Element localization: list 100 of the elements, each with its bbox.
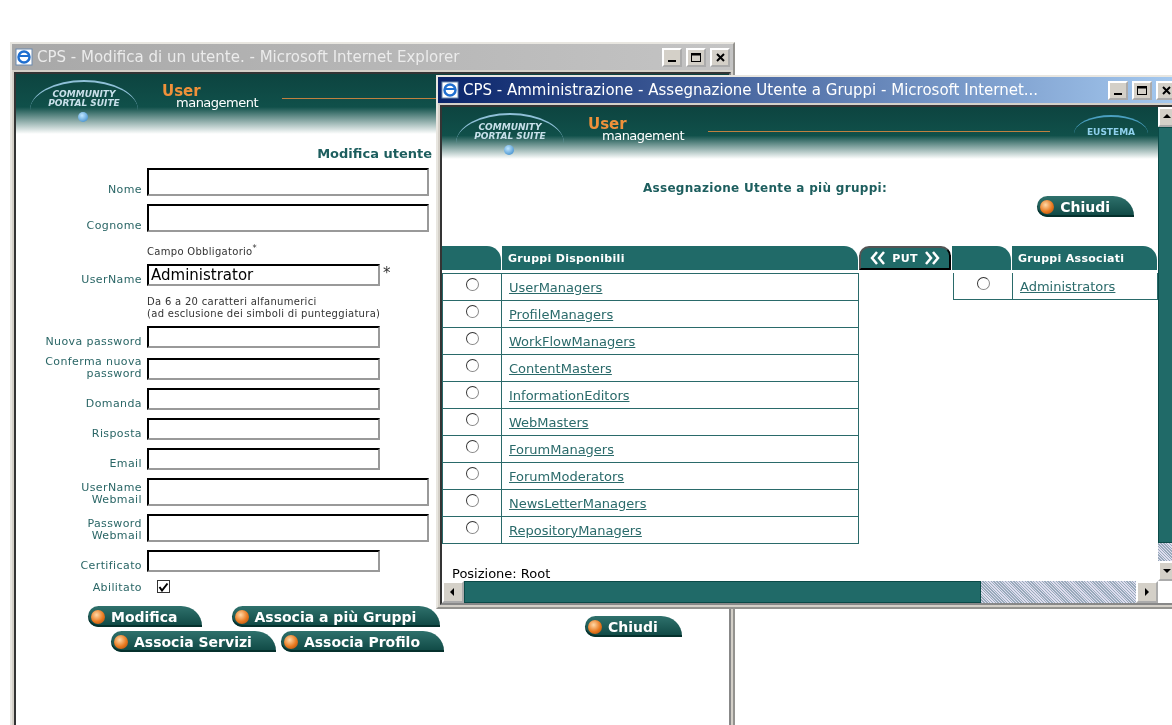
input-field[interactable] [147,448,380,471]
field-label: Risposta [91,428,142,441]
input-field[interactable] [147,388,380,411]
globe-icon [504,145,514,155]
maximize-icon [691,52,701,62]
input-field[interactable] [147,514,429,543]
field-label: UserName [81,274,142,287]
input-field[interactable]: Administrator [147,264,380,287]
close-button[interactable] [1156,80,1172,100]
scroll-arrow-button[interactable] [1158,107,1172,127]
logo-text: PORTAL SUITE [474,132,546,141]
group-link[interactable]: ForumManagers [509,441,614,457]
page-heading: Assegnazione Utente a più gruppi: [641,181,889,195]
field-label: Nome [107,184,142,196]
radio-button[interactable] [465,493,479,507]
scroll-arrow-button[interactable] [1158,561,1172,581]
close-button[interactable] [710,47,730,67]
field-label: Cognome [86,220,142,232]
radio-button[interactable] [976,276,990,290]
logo-text: COMMUNITY [478,123,542,132]
radio-button[interactable] [465,358,479,372]
double-chevron-left-icon [870,251,887,265]
action-button[interactable]: Associa Servizi [111,631,276,653]
group-link[interactable]: ContentMasters [509,360,612,376]
brand-logo: EUSTEMA [1074,115,1148,137]
hint-text: Campo Obbligatorio$^{*}$ [147,242,257,259]
bullet-icon [283,634,298,649]
browser-icon [15,48,33,66]
browser-icon [441,81,459,99]
checkbox-label: Abilitato [92,582,142,595]
required-mark: * [383,264,391,283]
group-link[interactable]: InformationEditors [509,387,630,403]
action-button[interactable]: Associa a più Gruppi [231,606,441,628]
hint-text: Da 6 a 20 caratteri alfanumerici [147,296,318,309]
scroll-arrow-button[interactable] [1136,581,1158,603]
transfer-button[interactable]: PUT [859,246,951,270]
maximize-button[interactable] [686,47,706,67]
scroll-thumb[interactable] [464,581,981,603]
field-label: Email [109,458,142,471]
close-icon [1161,85,1171,95]
scroll-arrow-button[interactable] [442,581,464,603]
column-header: Gruppi Disponibili [502,246,858,270]
radio-button[interactable] [465,385,479,399]
input-field[interactable] [147,478,429,507]
radio-button[interactable] [465,304,479,318]
group-link[interactable]: Administrators [1020,278,1116,294]
bullet-icon [114,634,128,649]
position-text: Posizione: Root [452,566,552,581]
field-label: Password Webmail [87,518,142,543]
input-field[interactable] [147,550,380,573]
maximize-icon [1137,85,1147,95]
bullet-icon [91,609,105,624]
group-link[interactable]: UserManagers [509,279,603,295]
column-header [952,246,1011,270]
close-icon [715,52,725,62]
radio-button[interactable] [465,520,479,534]
input-field[interactable] [147,326,380,349]
group-link[interactable]: ProfileManagers [509,306,614,322]
radio-button[interactable] [465,412,479,426]
logo-text: PORTAL SUITE [48,99,120,108]
hint-text: (ad esclusione dei simboli di punteggiatura) [147,308,381,321]
column-header [442,246,501,270]
bullet-icon [1040,199,1055,214]
field-label: Conferma nuova password [45,356,142,381]
close-button[interactable]: Chiudi [585,616,682,638]
input-field[interactable] [147,418,380,441]
radio-button[interactable] [465,331,479,345]
check-icon [158,581,169,592]
group-link[interactable]: RepositoryManagers [509,522,642,538]
group-link[interactable]: ForumModerators [509,468,625,484]
radio-button[interactable] [465,277,479,291]
minimize-button[interactable] [662,47,682,67]
close-button[interactable]: Chiudi [1037,196,1134,217]
field-label: Certificato [80,560,142,573]
action-button[interactable]: Modifica [88,606,202,628]
radio-button[interactable] [465,439,479,453]
down-arrow-icon [1161,566,1172,576]
checkbox[interactable] [157,580,170,594]
window-title: CPS - Amministrazione - Assegnazione Utente a Gruppi - Microsoft Internet... [463,81,1040,99]
maximize-button[interactable] [1132,80,1152,100]
minimize-icon [668,59,676,62]
group-link[interactable]: WorkFlowManagers [509,333,636,349]
field-label: Domanda [85,398,142,411]
radio-button[interactable] [465,466,479,480]
input-field[interactable] [147,204,429,232]
input-field[interactable] [147,358,380,381]
field-label: Nuova password [45,336,142,349]
column-header: Gruppi Associati [1012,246,1157,270]
form-heading: Modifica utente [316,146,432,161]
minimize-button[interactable] [1108,80,1128,100]
minimize-icon [1114,92,1122,95]
action-button[interactable]: Associa Profilo [280,631,445,653]
input-field[interactable] [147,168,429,196]
scroll-thumb[interactable] [1158,127,1172,543]
logo-text: COMMUNITY [52,90,116,99]
right-arrow-icon [1142,587,1152,597]
bullet-icon [588,619,603,634]
group-link[interactable]: NewsLetterManagers [509,495,647,511]
bullet-icon [234,609,249,624]
group-link[interactable]: WebMasters [509,414,589,430]
